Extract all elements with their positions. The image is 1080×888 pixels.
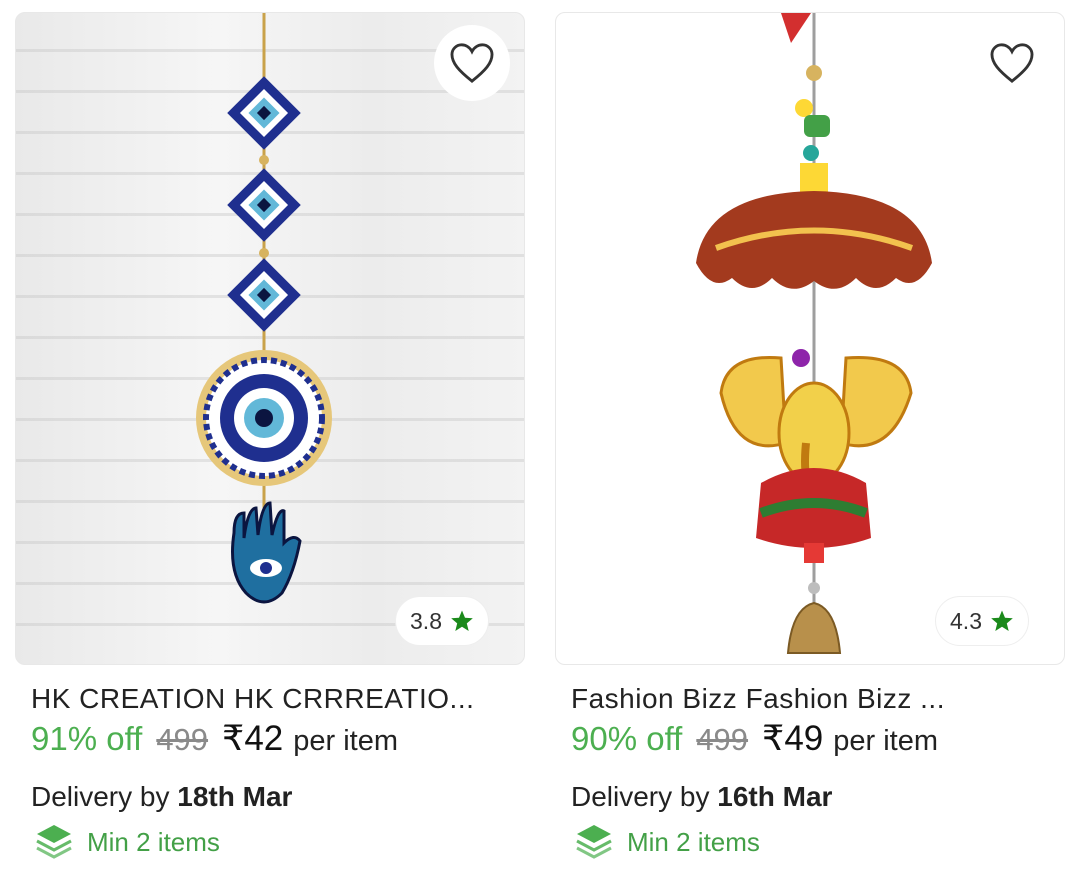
product-image[interactable]: 4.3	[555, 12, 1065, 665]
rating-value: 4.3	[950, 607, 982, 634]
product-card[interactable]: 3.8 HK CREATION HK CRRREATIO... 91% off …	[15, 12, 525, 863]
product-card[interactable]: 4.3 Fashion Bizz Fashion Bizz ... 90% of…	[555, 12, 1065, 863]
layers-icon	[576, 825, 612, 859]
delivery-info: Delivery by 18th Mar	[15, 781, 525, 813]
delivery-prefix: Delivery by	[571, 781, 710, 812]
sale-price: ₹42	[222, 719, 284, 758]
rating-badge: 4.3	[935, 596, 1029, 646]
rating-badge: 3.8	[395, 596, 489, 646]
original-price: 499	[156, 722, 209, 757]
star-icon	[451, 610, 473, 631]
price-row: 91% off 499 ₹42 per item	[15, 719, 525, 759]
heart-icon	[450, 43, 494, 83]
price-unit: per item	[293, 725, 399, 757]
delivery-date: 16th Mar	[717, 781, 833, 812]
star-icon	[991, 610, 1013, 631]
price-row: 90% off 499 ₹49 per item	[555, 719, 1065, 759]
delivery-info: Delivery by 16th Mar	[555, 781, 1065, 813]
delivery-prefix: Delivery by	[31, 781, 170, 812]
min-order-info: Min 2 items	[555, 821, 1065, 863]
price-unit: per item	[833, 725, 939, 757]
evil-eye-hanging-image	[196, 13, 332, 604]
product-title[interactable]: Fashion Bizz Fashion Bizz ...	[555, 683, 1025, 715]
original-price: 499	[696, 722, 749, 757]
product-image[interactable]: 3.8	[15, 12, 525, 665]
product-title[interactable]: HK CREATION HK CRRREATIO...	[15, 683, 485, 715]
wishlist-button[interactable]	[434, 25, 510, 101]
ganesha-bell-hanging-image	[696, 13, 932, 654]
min-order-info: Min 2 items	[15, 821, 525, 863]
discount-label: 91% off	[31, 720, 143, 757]
sale-price: ₹49	[762, 719, 824, 758]
discount-label: 90% off	[571, 720, 683, 757]
rating-value: 3.8	[410, 607, 442, 634]
wishlist-button[interactable]	[974, 25, 1050, 101]
delivery-date: 18th Mar	[177, 781, 293, 812]
min-items-label: Min 2 items	[627, 826, 760, 857]
min-items-label: Min 2 items	[87, 826, 220, 857]
heart-icon	[990, 43, 1034, 83]
layers-icon	[36, 825, 72, 859]
